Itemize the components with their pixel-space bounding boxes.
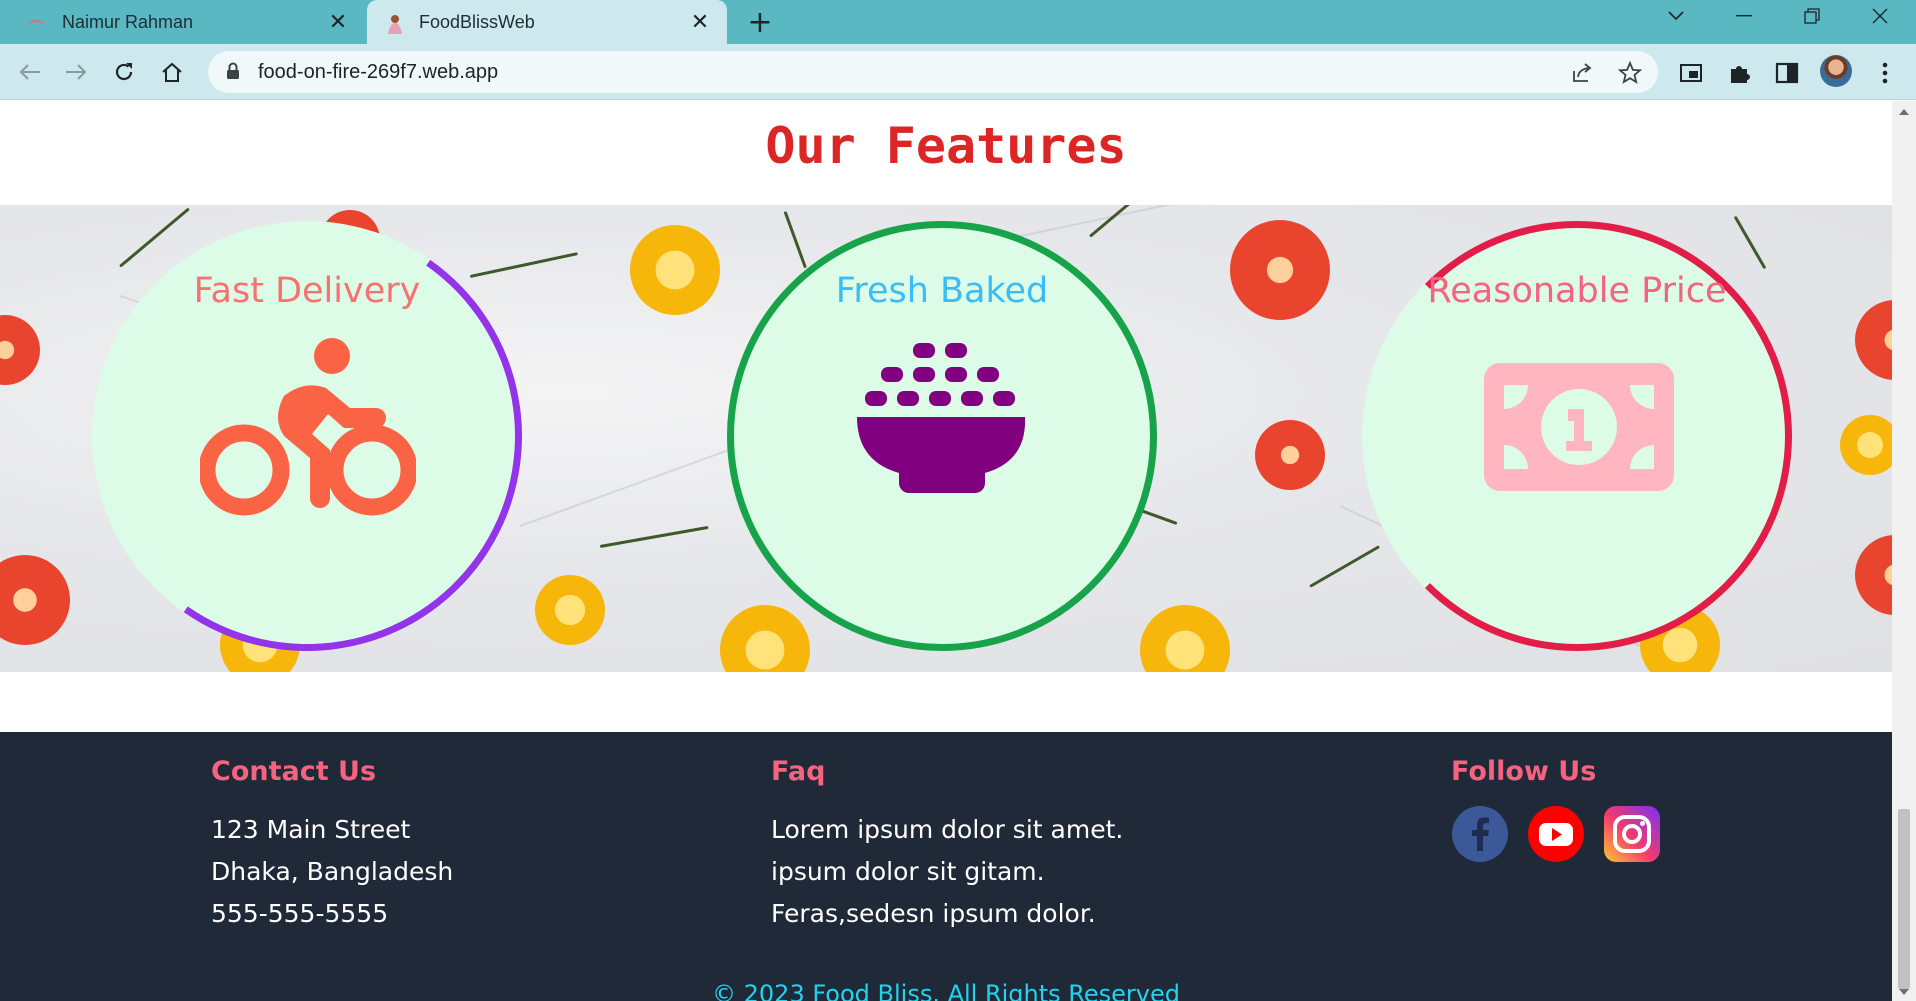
bowl-icon bbox=[855, 343, 1029, 499]
side-panel-icon[interactable] bbox=[1774, 60, 1800, 86]
follow-section: Follow Us bbox=[1451, 756, 1661, 863]
faq-section: Faq Lorem ipsum dolor sit amet. ipsum do… bbox=[771, 756, 1123, 935]
contact-heading: Contact Us bbox=[211, 756, 377, 787]
feature-card-content: Fresh Baked bbox=[727, 221, 1157, 651]
contact-line: Dhaka, Bangladesh bbox=[211, 857, 454, 886]
scroll-up-arrow-icon[interactable] bbox=[1899, 109, 1909, 115]
contact-line: 555-555-5555 bbox=[211, 899, 389, 928]
feature-card-content: Reasonable Price bbox=[1362, 221, 1792, 651]
picture-in-picture-icon[interactable] bbox=[1678, 60, 1704, 86]
contact-section: Contact Us 123 Main Street Dhaka, Bangla… bbox=[211, 756, 453, 935]
faq-line: Feras,sedesn ipsum dolor. bbox=[771, 899, 1096, 928]
money-bill-icon bbox=[1484, 363, 1674, 495]
favicon-icon bbox=[383, 12, 403, 34]
contact-line: 123 Main Street bbox=[211, 815, 411, 844]
url-text: food-on-fire-269f7.web.app bbox=[258, 61, 499, 83]
toolbar: food-on-fire-269f7.web.app bbox=[0, 44, 1916, 100]
youtube-icon[interactable] bbox=[1527, 805, 1585, 863]
forward-arrow-icon[interactable] bbox=[58, 54, 94, 90]
tab-search-chevron-icon[interactable] bbox=[1646, 0, 1706, 32]
tab-title: FoodBlissWeb bbox=[419, 11, 535, 32]
feature-title: Reasonable Price bbox=[1427, 271, 1727, 311]
share-icon[interactable] bbox=[1570, 61, 1594, 85]
feature-title: Fast Delivery bbox=[193, 271, 421, 311]
scrollbar-thumb[interactable] bbox=[1898, 809, 1910, 989]
instagram-icon[interactable] bbox=[1603, 805, 1661, 863]
bicycle-icon bbox=[198, 336, 418, 522]
profile-avatar[interactable] bbox=[1820, 55, 1852, 87]
new-tab-plus-icon[interactable]: + bbox=[742, 4, 778, 40]
footer: Contact Us 123 Main Street Dhaka, Bangla… bbox=[0, 732, 1892, 1001]
faq-heading: Faq bbox=[771, 756, 826, 787]
reload-icon[interactable] bbox=[106, 54, 142, 90]
home-icon[interactable] bbox=[154, 54, 190, 90]
tab-title: Naimur Rahman bbox=[62, 11, 194, 32]
back-arrow-icon[interactable] bbox=[12, 54, 48, 90]
tab-naimur-rahman[interactable]: Naimur Rahman ✕ bbox=[0, 0, 365, 44]
page-viewport: Our Features Fast Delivery Fresh Baked R… bbox=[0, 101, 1892, 1001]
faq-line: Lorem ipsum dolor sit amet. bbox=[771, 815, 1124, 844]
minimize-icon[interactable] bbox=[1714, 0, 1774, 32]
close-tab-icon[interactable]: ✕ bbox=[325, 9, 351, 35]
follow-heading: Follow Us bbox=[1451, 756, 1597, 787]
faq-line: ipsum dolor sit gitam. bbox=[771, 857, 1045, 886]
lock-icon[interactable] bbox=[226, 62, 240, 84]
address-bar[interactable]: food-on-fire-269f7.web.app bbox=[208, 51, 1658, 93]
feature-title: Fresh Baked bbox=[835, 271, 1049, 311]
scroll-down-arrow-icon[interactable] bbox=[1899, 989, 1909, 995]
page-scrollbar[interactable] bbox=[1892, 101, 1916, 1001]
menu-kebab-icon[interactable] bbox=[1872, 60, 1898, 86]
social-links bbox=[1451, 805, 1661, 863]
close-window-icon[interactable] bbox=[1850, 0, 1910, 32]
features-heading: Our Features bbox=[765, 117, 1127, 175]
facebook-icon[interactable] bbox=[1451, 805, 1509, 863]
restore-icon[interactable] bbox=[1782, 0, 1842, 32]
feature-card-content: Fast Delivery bbox=[92, 221, 522, 651]
copyright-text: © 2023 Food Bliss. All Rights Reserved bbox=[712, 980, 1180, 1001]
tab-foodblissweb[interactable]: FoodBlissWeb ✕ bbox=[367, 0, 727, 44]
extensions-puzzle-icon[interactable] bbox=[1726, 60, 1752, 86]
favicon-icon bbox=[26, 12, 46, 32]
close-tab-icon[interactable]: ✕ bbox=[687, 9, 713, 35]
tab-strip: Naimur Rahman ✕ FoodBlissWeb ✕ + bbox=[0, 0, 1916, 44]
bookmark-star-icon[interactable] bbox=[1617, 60, 1643, 85]
